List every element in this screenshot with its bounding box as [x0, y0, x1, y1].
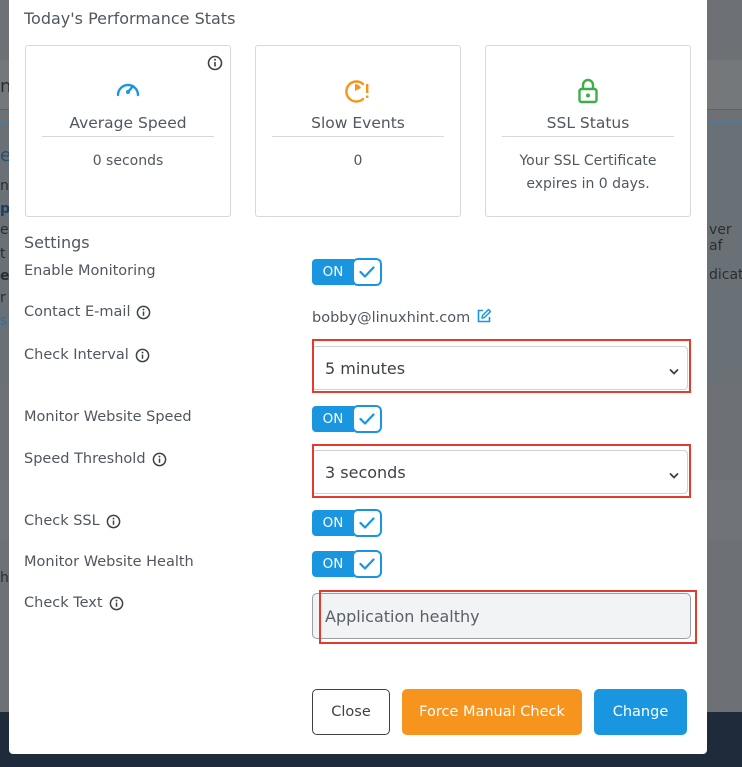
check-ssl-label: Check SSL — [24, 513, 121, 529]
info-icon[interactable] — [106, 514, 121, 529]
info-icon[interactable] — [109, 596, 124, 611]
background-text: e — [0, 222, 9, 238]
label-text: Check Text — [24, 595, 103, 611]
lock-icon — [486, 78, 690, 104]
label-text: Monitor Website Health — [24, 554, 194, 570]
card-value: 0 — [353, 153, 363, 169]
background-text: t — [0, 246, 6, 262]
chevron-down-icon — [669, 465, 679, 484]
change-button[interactable]: Change — [594, 689, 687, 735]
contact-email: bobby@linuxhint.com — [312, 308, 492, 328]
card-value: 0 seconds — [92, 153, 164, 169]
settings-heading: Settings — [24, 233, 90, 252]
input-value: Application healthy — [325, 606, 480, 626]
modal-title: Today's Performance Stats — [24, 9, 236, 28]
check-interval-label: Check Interval — [24, 347, 150, 363]
toggle-state: ON — [312, 406, 354, 432]
info-icon[interactable] — [135, 348, 150, 363]
card-title: Slow Events — [272, 114, 444, 137]
speed-threshold-label: Speed Threshold — [24, 451, 167, 467]
label-text: Monitor Website Speed — [24, 409, 192, 425]
speed-threshold-select[interactable]: 3 seconds — [312, 450, 688, 494]
slow-events-icon — [256, 78, 460, 104]
enable-monitoring-label: Enable Monitoring — [24, 263, 156, 279]
check-text-input[interactable]: Application healthy — [312, 593, 691, 639]
label-text: Contact E-mail — [24, 304, 131, 320]
performance-modal: Today's Performance Stats Average Speed … — [9, 0, 707, 754]
enable-monitoring-toggle[interactable]: ON — [312, 258, 383, 286]
monitor-health-label: Monitor Website Health — [24, 554, 194, 570]
checkmark-icon — [352, 405, 382, 433]
card-title: Average Speed — [42, 114, 214, 137]
monitor-health-toggle[interactable]: ON — [312, 550, 383, 578]
background-text: ver af — [709, 222, 732, 254]
close-button[interactable]: Close — [312, 689, 390, 735]
card-value: Your SSL Certificate expires in 0 days. — [519, 153, 657, 192]
toggle-state: ON — [312, 551, 354, 577]
ssl-status-card: SSL Status Your SSL Certificate expires … — [485, 45, 691, 217]
info-icon[interactable] — [207, 55, 223, 75]
info-icon[interactable] — [152, 452, 167, 467]
info-icon[interactable] — [136, 305, 151, 320]
card-title: SSL Status — [502, 114, 674, 137]
label-text: Check SSL — [24, 513, 100, 529]
edit-icon[interactable] — [476, 308, 492, 328]
toggle-state: ON — [312, 259, 354, 285]
email-value: bobby@linuxhint.com — [312, 310, 471, 326]
checkmark-icon — [352, 509, 382, 537]
label-text: Enable Monitoring — [24, 263, 156, 279]
background-text: dicati — [709, 267, 742, 283]
contact-email-label: Contact E-mail — [24, 304, 151, 320]
check-ssl-toggle[interactable]: ON — [312, 509, 383, 537]
background-text: h — [0, 570, 9, 586]
speedometer-icon — [26, 78, 230, 104]
monitor-speed-toggle[interactable]: ON — [312, 405, 383, 433]
checkmark-icon — [352, 550, 382, 578]
selected-value: 5 minutes — [325, 358, 406, 378]
force-manual-check-button[interactable]: Force Manual Check — [402, 689, 582, 735]
background-text: r — [0, 290, 6, 306]
slow-events-card: Slow Events 0 — [255, 45, 461, 217]
monitor-speed-label: Monitor Website Speed — [24, 409, 192, 425]
checkmark-icon — [352, 258, 382, 286]
label-text: Speed Threshold — [24, 451, 146, 467]
check-interval-select[interactable]: 5 minutes — [312, 346, 688, 390]
chevron-down-icon — [669, 361, 679, 380]
average-speed-card: Average Speed 0 seconds — [25, 45, 231, 217]
background-text: n — [0, 178, 9, 194]
label-text: Check Interval — [24, 347, 129, 363]
check-text-label: Check Text — [24, 595, 124, 611]
toggle-state: ON — [312, 510, 354, 536]
selected-value: 3 seconds — [325, 462, 406, 482]
background-text: s — [0, 313, 8, 329]
